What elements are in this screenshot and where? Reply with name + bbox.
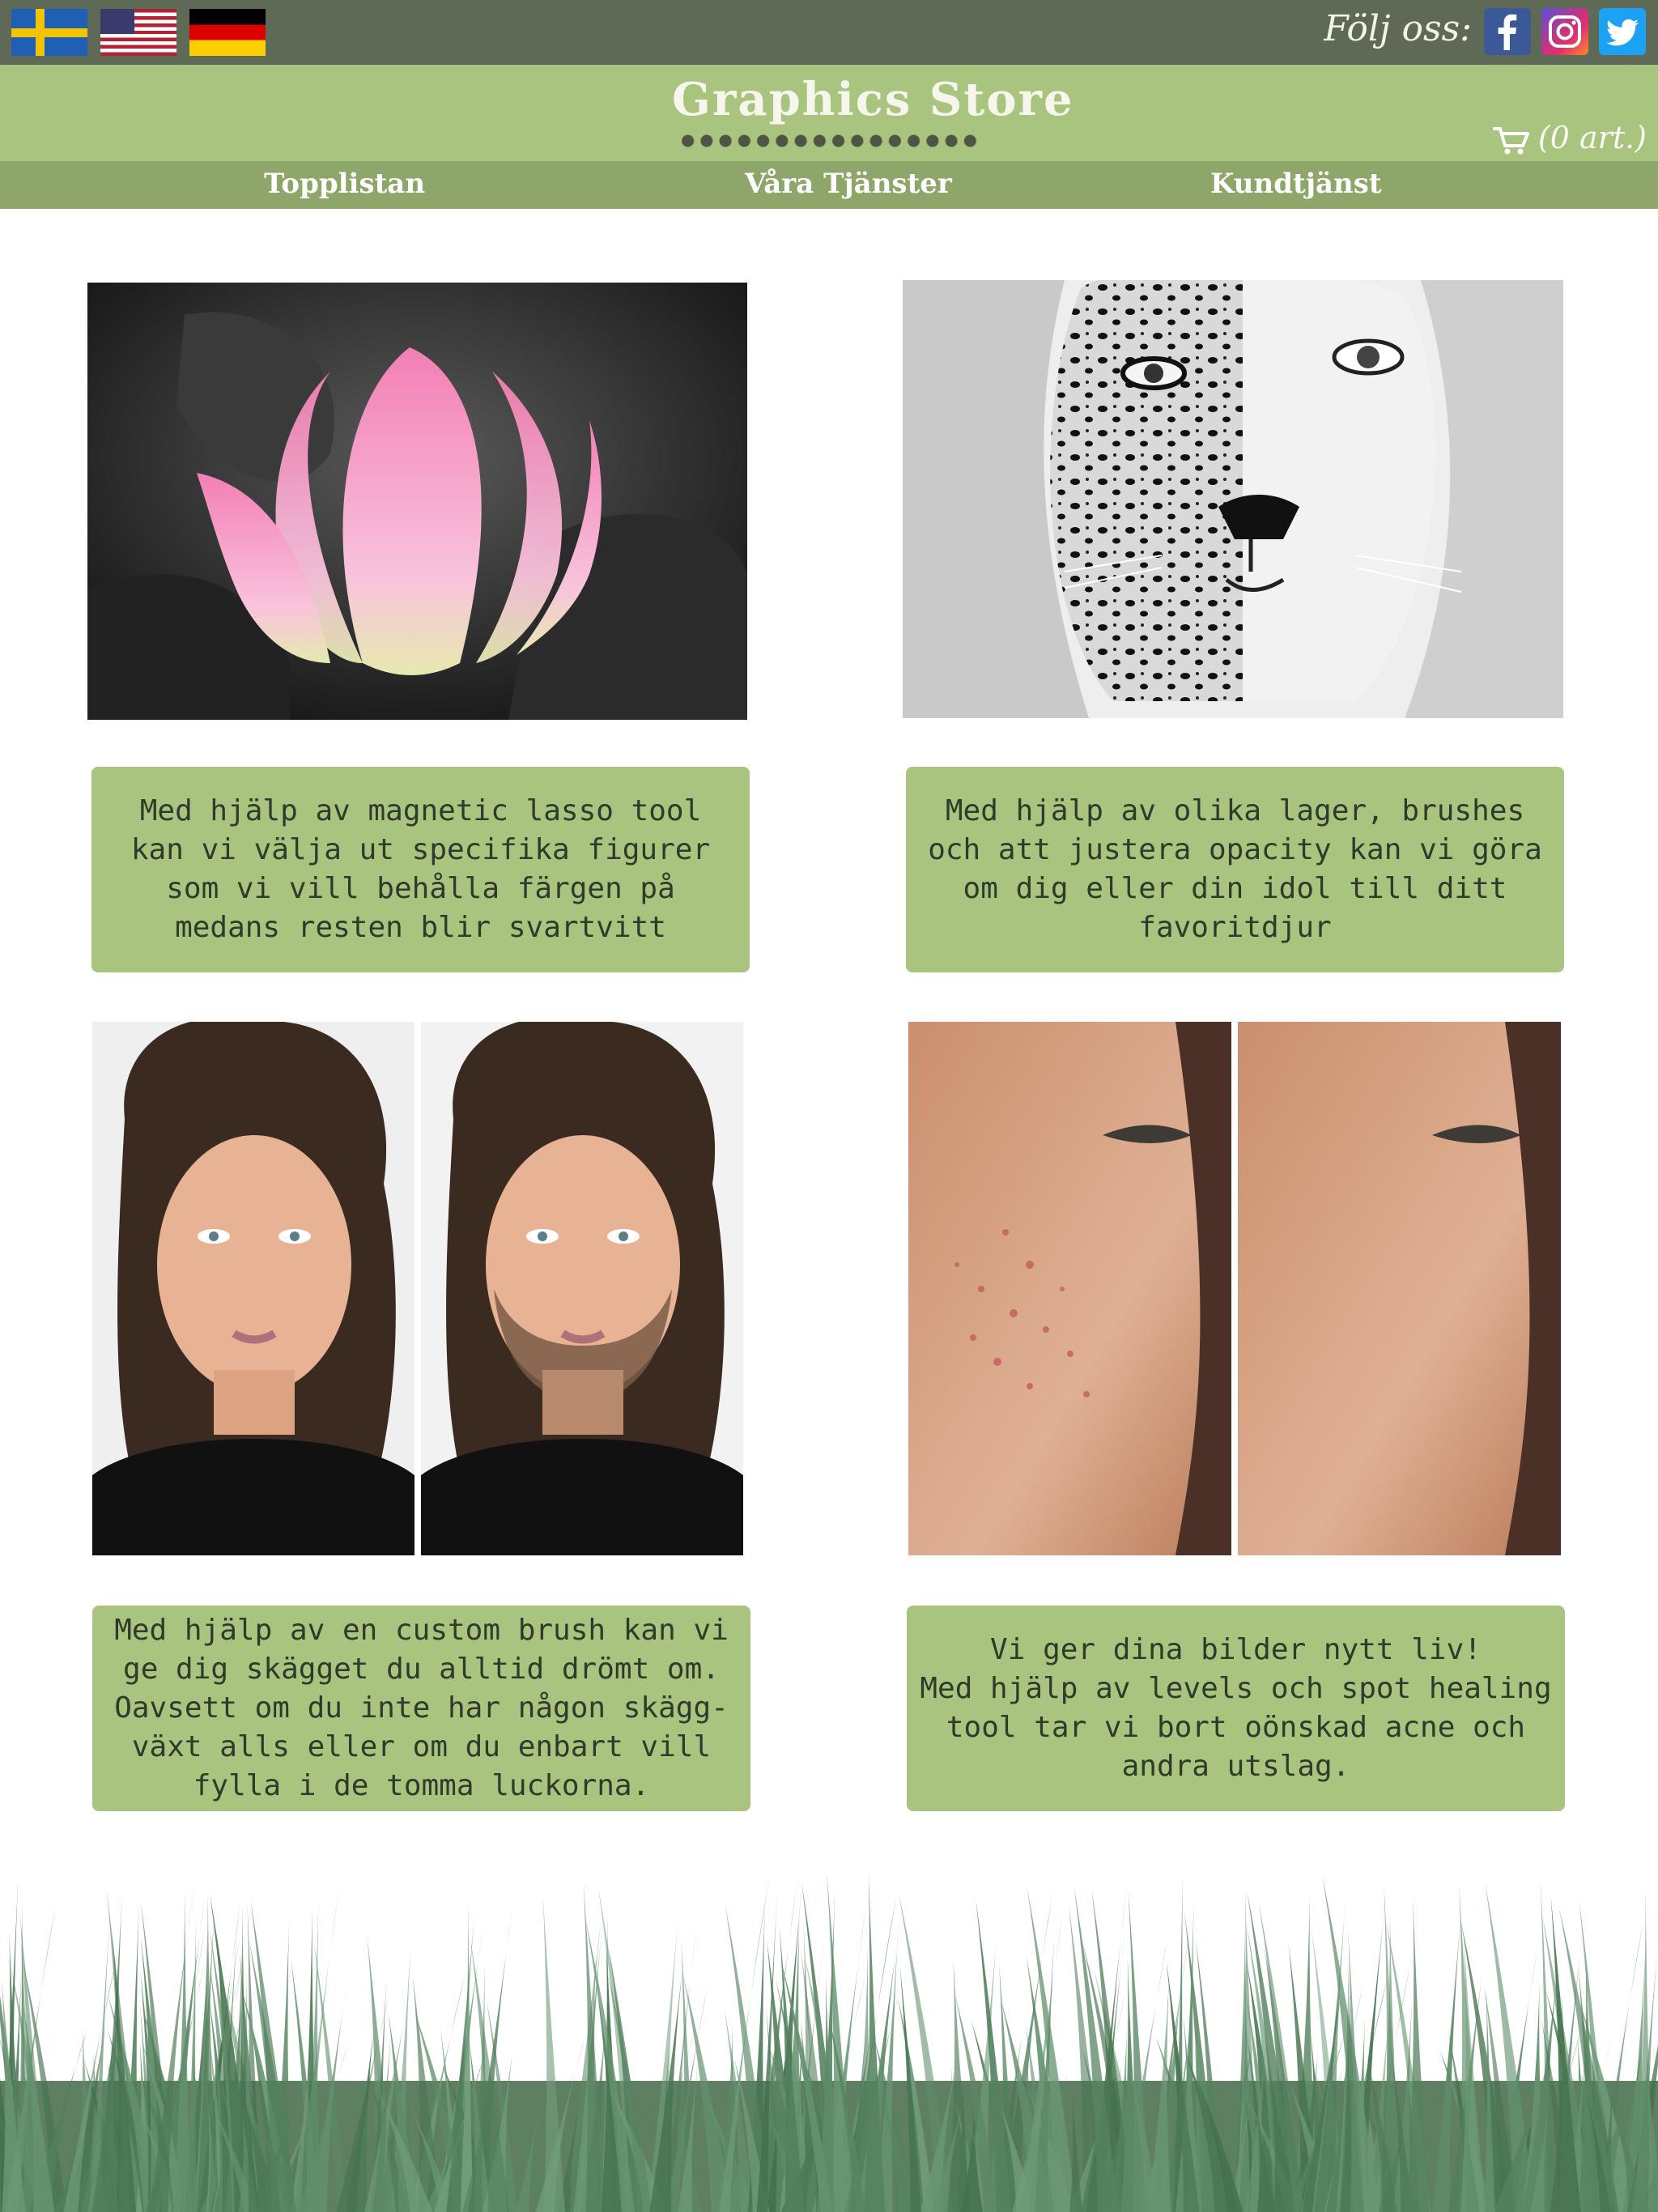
leopard-face-photo [903,280,1563,718]
service-caption-color-splash: Med hjälp av magnetic lasso tool kan vi … [91,767,750,972]
flag-us-icon[interactable] [100,9,176,56]
caption-text: Vi ger dina bilder nytt liv! Med hjälp a… [920,1633,1552,1783]
cart-link[interactable]: (0 art.) [1492,120,1647,156]
acne-before-after-photo [908,1022,1561,1555]
main-nav: Topplistan Våra Tjänster Kundtjänst [0,161,1658,209]
facebook-icon[interactable] [1484,8,1531,55]
header: Graphics Store (0 art.) [0,65,1658,161]
follow-label: Följ oss: [1324,8,1472,49]
nav-kundtjanst[interactable]: Kundtjänst [1210,168,1382,200]
service-caption-acne: Vi ger dina bilder nytt liv! Med hjälp a… [907,1606,1565,1811]
cart-icon [1492,126,1529,154]
top-bar: Följ oss: [0,0,1658,65]
caption-text: Med hjälp av en custom brush kan vi ge d… [114,1614,729,1802]
caption-text: Med hjälp av magnetic lasso tool kan vi … [130,794,711,944]
nav-vara-tjanster[interactable]: Våra Tjänster [745,168,952,200]
beard-before-after-photo [92,1022,743,1555]
grass-blade [1406,1896,1430,2212]
twitter-icon[interactable] [1599,8,1646,55]
service-caption-beard: Med hjälp av en custom brush kan vi ge d… [92,1606,750,1811]
logo-dots [678,134,980,147]
instagram-icon[interactable] [1541,8,1588,55]
nav-topplistan[interactable]: Topplistan [264,168,425,200]
caption-text: Med hjälp av olika lager, brushes och at… [928,794,1542,944]
logo[interactable]: Graphics Store [672,73,1073,126]
grass-footer [0,1872,1658,2212]
flag-se-icon[interactable] [11,9,87,56]
service-caption-animal-face: Med hjälp av olika lager, brushes och at… [906,767,1564,972]
lotus-photo [87,283,747,720]
flag-de-icon[interactable] [189,9,266,56]
cart-count: (0 art.) [1537,120,1647,155]
